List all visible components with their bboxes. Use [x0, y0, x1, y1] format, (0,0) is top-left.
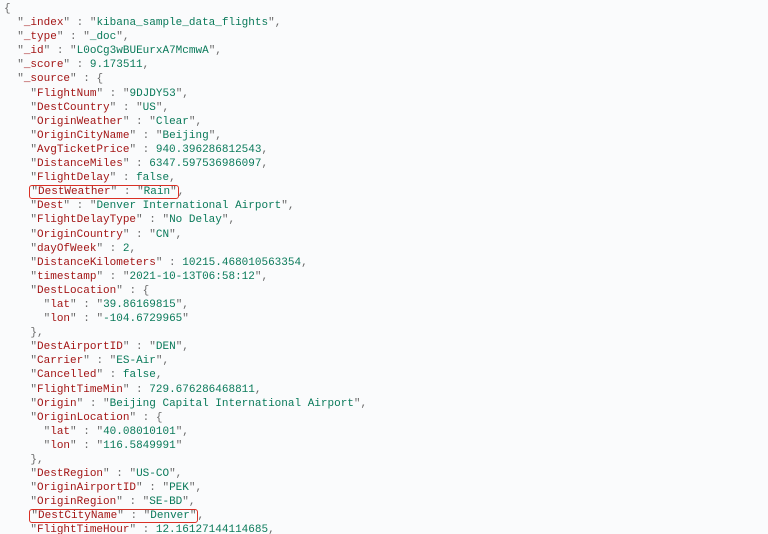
- key-DestAirportID: DestAirportID: [37, 341, 123, 353]
- key-Cancelled: Cancelled: [37, 369, 96, 381]
- val-type: _doc: [90, 31, 116, 43]
- val-OriginAirportID: PEK: [169, 482, 189, 494]
- val-Carrier: ES-Air: [116, 355, 156, 367]
- key-dayOfWeek: dayOfWeek: [37, 243, 96, 255]
- key-source: _source: [24, 73, 70, 85]
- key-AvgTicketPrice: AvgTicketPrice: [37, 144, 129, 156]
- val-DestAirportID: DEN: [156, 341, 176, 353]
- key-id: _id: [24, 45, 44, 57]
- key-FlightNum: FlightNum: [37, 88, 96, 100]
- key-type: _type: [24, 31, 57, 43]
- highlight-DestCityName: "DestCityName" : "Denver": [30, 510, 197, 522]
- val-FlightTimeMin: 729.676286468811: [149, 384, 255, 396]
- key-score: _score: [24, 59, 64, 71]
- json-output: { "_index" : "kibana_sample_data_flights…: [0, 0, 768, 534]
- val-FlightNum: 9DJDY53: [129, 88, 175, 100]
- key-OriginAirportID: OriginAirportID: [37, 482, 136, 494]
- key-Origin: Origin: [37, 398, 77, 410]
- val-AvgTicketPrice: 940.396286812543: [156, 144, 262, 156]
- key-OriginLocation: OriginLocation: [37, 412, 129, 424]
- val-score: 9.173511: [90, 59, 143, 71]
- val-FlightTimeHour: 12.16127144114685: [156, 524, 268, 534]
- val-DestCityName: Denver: [150, 510, 190, 522]
- val-id: L0oCg3wBUEurxA7McmwA: [77, 45, 209, 57]
- val-DestLocation-lon: -104.6729965: [103, 313, 182, 325]
- val-index: kibana_sample_data_flights: [96, 17, 268, 29]
- val-timestamp: 2021-10-13T06:58:12: [129, 271, 254, 283]
- val-DestCountry: US: [143, 102, 156, 114]
- val-OriginRegion: SE-BD: [149, 496, 182, 508]
- val-OriginCityName: Beijing: [162, 130, 208, 142]
- val-OriginWeather: Clear: [156, 116, 189, 128]
- val-OriginCountry: CN: [156, 229, 169, 241]
- key-DestRegion: DestRegion: [37, 468, 103, 480]
- val-FlightDelay: false: [136, 172, 169, 184]
- key-OriginLocation-lat: lat: [50, 426, 70, 438]
- key-Dest: Dest: [37, 200, 63, 212]
- key-DestLocation-lon: lon: [50, 313, 70, 325]
- val-DestLocation-lat: 39.86169815: [103, 299, 176, 311]
- val-Origin: Beijing Capital International Airport: [110, 398, 354, 410]
- key-OriginCountry: OriginCountry: [37, 229, 123, 241]
- key-OriginWeather: OriginWeather: [37, 116, 123, 128]
- key-DestWeather: DestWeather: [38, 186, 111, 198]
- key-timestamp: timestamp: [37, 271, 96, 283]
- key-Carrier: Carrier: [37, 355, 83, 367]
- key-DestCountry: DestCountry: [37, 102, 110, 114]
- val-Cancelled: false: [123, 369, 156, 381]
- key-DestLocation: DestLocation: [37, 285, 116, 297]
- key-DistanceKilometers: DistanceKilometers: [37, 257, 156, 269]
- val-Dest: Denver International Airport: [96, 200, 281, 212]
- val-DistanceMiles: 6347.597536986097: [149, 158, 261, 170]
- highlight-DestWeather: "DestWeather" : "Rain": [30, 186, 177, 198]
- val-DestRegion: US-CO: [136, 468, 169, 480]
- key-DestCityName: DestCityName: [38, 510, 117, 522]
- key-OriginCityName: OriginCityName: [37, 130, 129, 142]
- key-FlightTimeHour: FlightTimeHour: [37, 524, 129, 534]
- key-OriginLocation-lon: lon: [50, 440, 70, 452]
- key-index: _index: [24, 17, 64, 29]
- val-OriginLocation-lat: 40.08010101: [103, 426, 176, 438]
- key-DestLocation-lat: lat: [50, 299, 70, 311]
- val-OriginLocation-lon: 116.5849991: [103, 440, 176, 452]
- key-FlightTimeMin: FlightTimeMin: [37, 384, 123, 396]
- val-DestWeather: Rain: [144, 186, 170, 198]
- key-FlightDelayType: FlightDelayType: [37, 214, 136, 226]
- val-FlightDelayType: No Delay: [169, 214, 222, 226]
- key-FlightDelay: FlightDelay: [37, 172, 110, 184]
- val-DistanceKilometers: 10215.468010563354: [182, 257, 301, 269]
- key-DistanceMiles: DistanceMiles: [37, 158, 123, 170]
- key-OriginRegion: OriginRegion: [37, 496, 116, 508]
